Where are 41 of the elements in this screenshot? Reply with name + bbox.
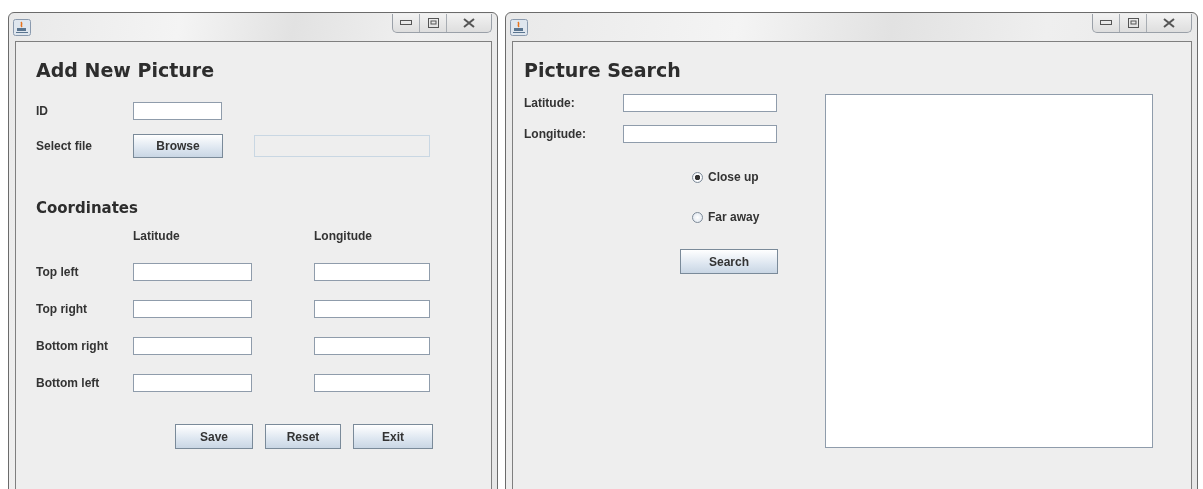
id-field[interactable] bbox=[133, 102, 222, 120]
longitude-field[interactable] bbox=[314, 300, 430, 318]
coordinate-field[interactable] bbox=[623, 125, 777, 143]
latitude-field[interactable] bbox=[133, 374, 252, 392]
radio-label[interactable]: Close up bbox=[708, 170, 759, 184]
latitude-field[interactable] bbox=[133, 263, 252, 281]
field-label: ID bbox=[36, 104, 49, 118]
window-heading: Picture Search bbox=[524, 58, 682, 83]
field-label: Bottom left bbox=[36, 376, 101, 390]
search-button[interactable]: Search bbox=[680, 249, 778, 274]
action-button[interactable]: Save bbox=[175, 424, 253, 449]
cup-icon bbox=[13, 19, 31, 36]
field-label: Bottom right bbox=[36, 339, 109, 353]
maximize-icon bbox=[427, 18, 439, 28]
browse-button[interactable]: Browse bbox=[133, 134, 223, 158]
coordinate-field[interactable] bbox=[623, 94, 777, 112]
window-heading: Add New Picture bbox=[36, 58, 216, 83]
radio-label[interactable]: Far away bbox=[708, 210, 760, 224]
maximize-icon bbox=[1127, 18, 1139, 28]
radio-button[interactable] bbox=[692, 171, 703, 183]
action-button[interactable]: Reset bbox=[265, 424, 341, 449]
column-heading: Longitude bbox=[314, 229, 372, 243]
field-label: Top right bbox=[36, 302, 89, 316]
close-icon bbox=[1163, 18, 1175, 28]
latitude-field[interactable] bbox=[133, 300, 252, 318]
radio-button[interactable] bbox=[692, 211, 703, 223]
field-label: Top left bbox=[36, 265, 80, 279]
longitude-field[interactable] bbox=[314, 337, 430, 355]
field-label: Longitude: bbox=[524, 127, 587, 141]
section-heading: Coordinates bbox=[36, 198, 139, 219]
close-icon bbox=[463, 18, 475, 28]
minimize-icon bbox=[400, 20, 412, 26]
longitude-field[interactable] bbox=[314, 263, 430, 281]
minimize-icon bbox=[1100, 20, 1112, 26]
field-label: Select file bbox=[36, 139, 94, 153]
action-button[interactable]: Exit bbox=[353, 424, 433, 449]
latitude-field[interactable] bbox=[133, 337, 252, 355]
longitude-field[interactable] bbox=[314, 374, 430, 392]
field-label: Latitude: bbox=[524, 96, 576, 110]
cup-icon bbox=[510, 19, 528, 36]
column-heading: Latitude bbox=[133, 229, 181, 243]
